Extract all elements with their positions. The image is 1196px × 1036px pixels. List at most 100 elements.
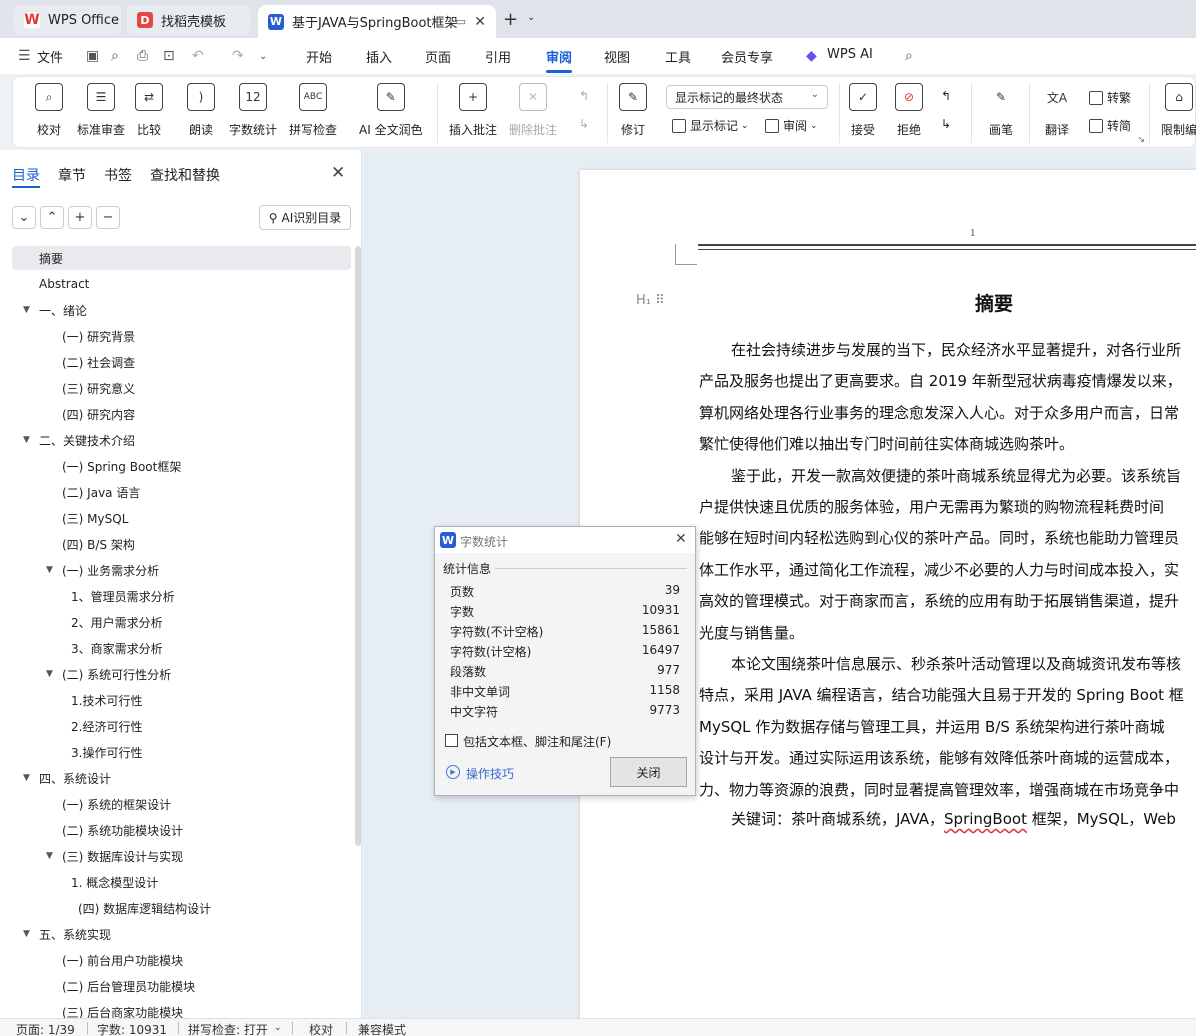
add-heading-button[interactable]: + [68, 206, 92, 229]
toc-item[interactable]: ▼ 四、系统设计 [12, 766, 351, 790]
standard-review-button[interactable]: ☰ 标准审查 [77, 83, 125, 138]
collapse-up-button[interactable]: ⌃ [40, 206, 64, 229]
menu-wps-ai[interactable]: WPS AI [827, 47, 873, 62]
scrollbar[interactable] [355, 246, 361, 846]
expand-dialog-icon[interactable]: ↘ [1137, 135, 1145, 145]
search-icon[interactable]: ⌕ [905, 48, 913, 64]
toc-item[interactable]: ▼ 五、系统实现 [12, 922, 351, 946]
print-icon[interactable]: ⎙ [137, 48, 148, 64]
toc-item[interactable]: (二) 系统功能模块设计 [12, 818, 351, 842]
toc-item[interactable]: ▼ 一、绪论 [12, 298, 351, 322]
to-traditional-button[interactable]: 转繁 [1089, 89, 1131, 106]
toc-item[interactable]: 3.操作可行性 [12, 740, 351, 764]
tab-docer[interactable]: D 找稻壳模板 [127, 5, 250, 35]
print-preview-icon[interactable]: ⊡ [163, 48, 175, 64]
expand-triangle-icon[interactable]: ▼ [23, 773, 30, 783]
toc-item[interactable]: Abstract [12, 272, 351, 296]
toc-item[interactable]: ▼ 二、关键技术介绍 [12, 428, 351, 452]
expand-triangle-icon[interactable]: ▼ [23, 435, 30, 445]
to-simplified-button[interactable]: 转简 [1089, 117, 1131, 134]
compare-button[interactable]: ⇄ 比较 [135, 83, 163, 138]
reject-button[interactable]: ⊘ 拒绝 [895, 83, 923, 138]
menu-references[interactable]: 引用 [485, 47, 511, 66]
toc-item[interactable]: (一) Spring Boot框架 [12, 454, 351, 478]
undo-icon[interactable]: ↶ [192, 48, 204, 64]
nav-tab-find-replace[interactable]: 查找和替换 [150, 165, 220, 185]
expand-triangle-icon[interactable]: ▼ [23, 305, 30, 315]
toc-item[interactable]: ▼ (三) 数据库设计与实现 [12, 844, 351, 868]
expand-triangle-icon[interactable]: ▼ [23, 929, 30, 939]
translate-button[interactable]: 文A 翻译 [1043, 83, 1071, 138]
toc-item[interactable]: 1. 概念模型设计 [12, 870, 351, 894]
menu-insert[interactable]: 插入 [366, 47, 392, 66]
markup-state-select[interactable]: 显示标记的最终状态 ⌄ [666, 85, 828, 109]
review-pane-button[interactable]: 审阅 ⌄ [765, 117, 818, 134]
heading-handle-icon[interactable]: H₁ ⠿ [636, 293, 665, 308]
nav-tab-bookmarks[interactable]: 书签 [104, 165, 132, 185]
ai-toc-button[interactable]: ⚲ AI识别目录 [259, 205, 351, 230]
toc-item[interactable]: 摘要 [12, 246, 351, 270]
accept-button[interactable]: ✓ 接受 [849, 83, 877, 138]
menu-member[interactable]: 会员专享 [721, 47, 773, 66]
pen-button[interactable]: ✎ 画笔 [987, 83, 1015, 138]
menu-view[interactable]: 视图 [604, 47, 630, 66]
word-count-button[interactable]: 12 字数统计 [229, 83, 277, 138]
menu-tools[interactable]: 工具 [665, 47, 691, 66]
toc-item[interactable]: ▼ (二) 系统可行性分析 [12, 662, 351, 686]
toc-item[interactable]: (二) 社会调查 [12, 350, 351, 374]
expand-triangle-icon[interactable]: ▼ [46, 851, 53, 861]
read-aloud-button[interactable]: ) 朗读 [187, 83, 215, 138]
close-icon[interactable]: ✕ [675, 531, 687, 547]
spelling-error-word[interactable]: SpringBoot [944, 810, 1027, 828]
toc-item[interactable]: (四) B/S 架构 [12, 532, 351, 556]
toc-item[interactable]: (一) 系统的框架设计 [12, 792, 351, 816]
insert-comment-button[interactable]: + 插入批注 [449, 83, 497, 138]
menu-page[interactable]: 页面 [425, 47, 451, 66]
next-change-icon[interactable]: ↳ [941, 117, 951, 131]
toc-item[interactable]: ▼ (一) 业务需求分析 [12, 558, 351, 582]
next-comment-icon[interactable]: ↳ [579, 117, 589, 131]
toc-item[interactable]: 2.经济可行性 [12, 714, 351, 738]
expand-triangle-icon[interactable]: ▼ [46, 669, 53, 679]
show-markup-button[interactable]: 显示标记 ⌄ [672, 117, 749, 134]
toc-item[interactable]: (三) 研究意义 [12, 376, 351, 400]
toc-item[interactable]: (四) 研究内容 [12, 402, 351, 426]
more-chevron-icon[interactable]: ⌄ [259, 51, 267, 62]
ai-polish-button[interactable]: ✎ AI 全文润色 [359, 83, 423, 138]
toc-item[interactable]: 2、用户需求分析 [12, 610, 351, 634]
chevron-down-icon[interactable]: ⌄ [527, 12, 535, 23]
close-icon[interactable]: ✕ [331, 163, 345, 183]
remove-heading-button[interactable]: − [96, 206, 120, 229]
include-textboxes-checkbox[interactable] [445, 734, 458, 747]
toc-item[interactable]: (四) 数据库逻辑结构设计 [12, 896, 351, 920]
expand-down-button[interactable]: ⌄ [12, 206, 36, 229]
toc-item[interactable]: (一) 研究背景 [12, 324, 351, 348]
close-button[interactable]: 关闭 [610, 757, 687, 787]
previous-change-icon[interactable]: ↰ [941, 89, 951, 103]
menu-home[interactable]: 开始 [306, 47, 332, 66]
chevron-down-icon[interactable]: ⌄ [274, 1023, 282, 1033]
toc-item[interactable]: 1.技术可行性 [12, 688, 351, 712]
redo-icon[interactable]: ↷ [232, 48, 244, 64]
dialog-titlebar[interactable]: W 字数统计 ✕ [435, 527, 695, 553]
status-proofread[interactable]: 校对 [309, 1021, 333, 1036]
nav-tab-toc[interactable]: 目录 [12, 165, 40, 185]
expand-triangle-icon[interactable]: ▼ [46, 565, 53, 575]
spell-check-button[interactable]: ABC 拼写检查 [289, 83, 337, 138]
status-spell-check[interactable]: 拼写检查: 打开 [188, 1021, 268, 1036]
menu-review[interactable]: 审阅 [546, 47, 572, 66]
toc-item[interactable]: (二) 后台管理员功能模块 [12, 974, 351, 998]
hamburger-icon[interactable]: ☰ [18, 48, 31, 64]
toc-item[interactable]: (一) 前台用户功能模块 [12, 948, 351, 972]
save-icon[interactable]: ▣ [86, 48, 99, 64]
nav-tab-sections[interactable]: 章节 [58, 165, 86, 185]
delete-comment-button[interactable]: ✕ 删除批注 [509, 83, 557, 138]
previous-comment-icon[interactable]: ↰ [579, 89, 589, 103]
monitor-icon[interactable]: ▭ [456, 15, 466, 28]
tab-document[interactable]: W 基于JAVA与SpringBoot框架 ▭ ✕ [258, 5, 496, 38]
menu-file[interactable]: 文件 [37, 47, 63, 66]
new-tab-icon[interactable]: + [503, 9, 518, 30]
share-icon[interactable]: ⌕ [111, 48, 119, 64]
status-page[interactable]: 页面: 1/39 [16, 1021, 75, 1036]
close-tab-icon[interactable]: ✕ [474, 14, 486, 30]
